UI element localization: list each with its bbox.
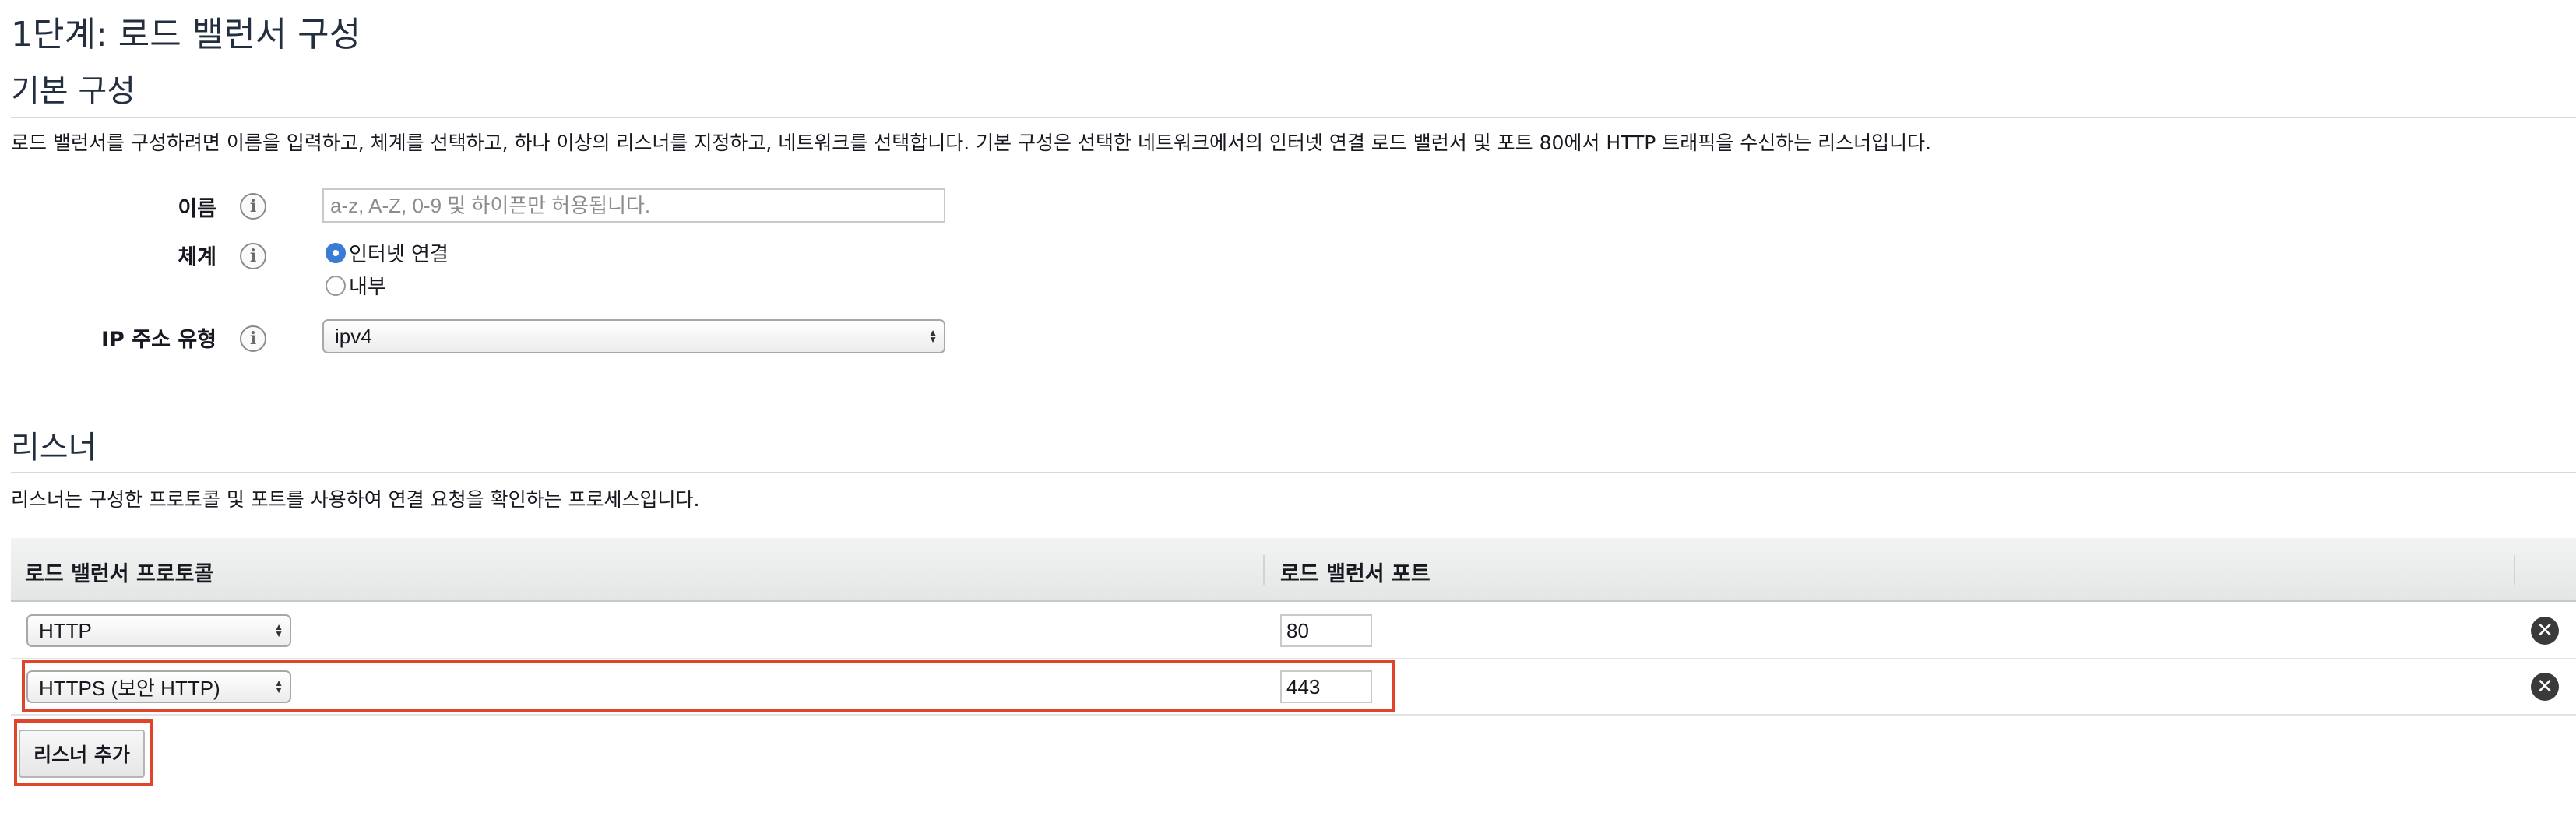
row-divider <box>11 658 2576 659</box>
load-balancer-config-page: 1단계: 로드 밸런서 구성 기본 구성 로드 밸런서를 구성하려면 이름을 입… <box>0 0 2576 830</box>
section-divider <box>11 472 2576 473</box>
protocol-value: HTTP <box>39 618 92 642</box>
listener-port-input[interactable] <box>1280 614 1372 647</box>
ip-address-type-label: IP 주소 유형 <box>101 328 216 352</box>
listener-protocol-select[interactable]: HTTP ▲ ▼ <box>26 614 291 647</box>
info-icon[interactable]: i <box>240 243 266 269</box>
add-listener-button[interactable]: 리스너 추가 <box>19 730 145 778</box>
scheme-option-label: 내부 <box>349 276 386 299</box>
column-divider <box>2514 555 2515 585</box>
listeners-title: 리스너 <box>11 430 97 466</box>
row-divider <box>11 714 2576 716</box>
ip-address-type-select[interactable]: ipv4 ▲ ▼ <box>322 319 945 353</box>
page-title: 1단계: 로드 밸런서 구성 <box>11 15 361 55</box>
select-arrows-icon: ▲ ▼ <box>274 621 283 639</box>
info-icon[interactable]: i <box>240 193 266 220</box>
listener-protocol-select[interactable]: HTTPS (보안 HTTP) ▲ ▼ <box>26 670 291 703</box>
remove-listener-icon[interactable]: ✕ <box>2531 673 2559 701</box>
listener-port-input[interactable] <box>1280 670 1372 703</box>
ip-address-type-value: ipv4 <box>335 324 372 348</box>
name-input[interactable] <box>322 188 945 223</box>
select-arrows-icon: ▲ ▼ <box>274 677 283 695</box>
listeners-table-header: 로드 밸런서 프로토콜 로드 밸런서 포트 <box>11 538 2576 602</box>
info-icon[interactable]: i <box>240 325 266 352</box>
section-divider <box>11 117 2576 118</box>
listeners-description: 리스너는 구성한 프로토콜 및 포트를 사용하여 연결 요청을 확인하는 프로세… <box>11 488 700 511</box>
protocol-value: HTTPS (보안 HTTP) <box>39 676 220 700</box>
radio-button[interactable] <box>326 275 346 296</box>
column-header-port: 로드 밸런서 포트 <box>1280 562 1431 586</box>
name-label: 이름 <box>178 197 216 221</box>
basic-config-description: 로드 밸런서를 구성하려면 이름을 입력하고, 체계를 선택하고, 하나 이상의… <box>11 132 1932 154</box>
radio-button-selected[interactable] <box>326 242 346 263</box>
scheme-option-internet-facing[interactable]: 인터넷 연결 <box>326 238 449 267</box>
basic-config-title: 기본 구성 <box>11 73 135 109</box>
scheme-option-label: 인터넷 연결 <box>349 243 449 266</box>
column-divider <box>1263 555 1265 585</box>
remove-listener-icon[interactable]: ✕ <box>2531 617 2559 645</box>
column-header-protocol: 로드 밸런서 프로토콜 <box>25 562 214 586</box>
select-arrows-icon: ▲ ▼ <box>928 327 938 345</box>
scheme-option-internal[interactable]: 내부 <box>326 271 386 300</box>
scheme-label: 체계 <box>178 245 216 269</box>
